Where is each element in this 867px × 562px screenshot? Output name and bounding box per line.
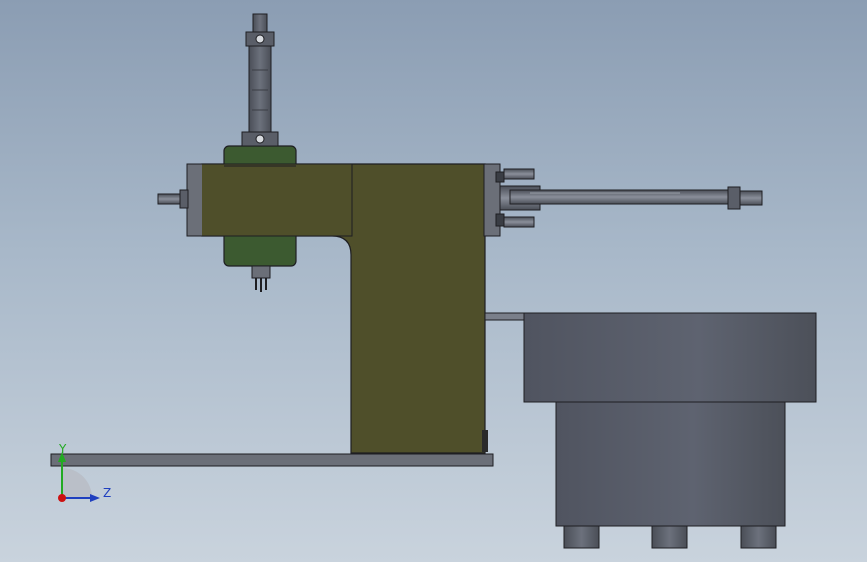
spindle-housing-mask xyxy=(202,164,352,236)
machine-foot-3 xyxy=(740,525,777,549)
lower-bolt xyxy=(503,216,535,228)
rod-end-nut xyxy=(727,186,741,210)
pin-icon-top xyxy=(255,34,265,44)
horizontal-cylinder-rod[interactable] xyxy=(509,189,731,205)
z-axis-label: Z xyxy=(103,486,111,500)
origin-point xyxy=(58,494,66,502)
right-small-block-2 xyxy=(495,213,505,227)
right-small-block xyxy=(495,171,505,183)
tool-holder xyxy=(251,265,271,279)
machine-foot-1 xyxy=(563,525,600,549)
z-axis-arrow-icon xyxy=(90,494,100,502)
rod-end-tip xyxy=(739,190,763,206)
vertical-cylinder-body[interactable] xyxy=(248,45,272,133)
machine-upper-block[interactable] xyxy=(523,312,817,403)
machine-lower-block[interactable] xyxy=(555,401,786,527)
left-rod-nut xyxy=(179,189,189,209)
upper-bolt xyxy=(503,168,535,180)
left-end-plate xyxy=(186,163,204,237)
y-axis-label: Y xyxy=(58,442,67,456)
machine-foot-2 xyxy=(651,525,688,549)
cad-viewport[interactable]: Y Z xyxy=(0,0,867,562)
pin-icon xyxy=(255,134,265,144)
triad-plane xyxy=(62,468,92,498)
frame-foot-block xyxy=(482,430,488,452)
assembly-drawing: Y Z xyxy=(50,13,817,549)
coordinate-triad: Y Z xyxy=(58,442,111,502)
base-plate[interactable] xyxy=(50,453,494,467)
vertical-cylinder-cap xyxy=(252,13,268,33)
